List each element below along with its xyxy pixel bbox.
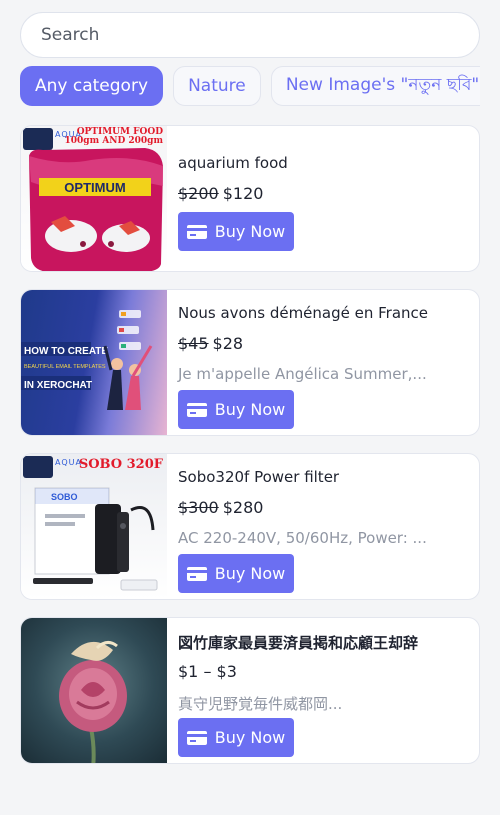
product-price: $300 $280 bbox=[178, 498, 263, 517]
product-info: Sobo320f Power filter $300 $280 AC 220-24… bbox=[167, 454, 479, 599]
product-card[interactable]: AQUA SOBO 320F SOBO Sobo320f Power filte… bbox=[20, 453, 480, 600]
product-info: Nous avons déménagé en France $45 $28 Je … bbox=[167, 290, 479, 435]
product-image[interactable]: AQUA OPTIMUM FOOD 100gm AND 200gm OPTIMU… bbox=[21, 126, 167, 271]
product-price: $1 – $3 bbox=[178, 662, 237, 681]
product-title[interactable]: Nous avons déménagé en France bbox=[178, 304, 428, 322]
buy-now-button[interactable]: Buy Now bbox=[178, 718, 294, 757]
buy-now-button[interactable]: Buy Now bbox=[178, 554, 294, 593]
product-image[interactable] bbox=[21, 618, 167, 763]
buy-now-label: Buy Now bbox=[214, 564, 286, 583]
product-description: AC 220-240V, 50/60Hz, Power: ... bbox=[178, 529, 427, 547]
image-line2: BEAUTIFUL EMAIL TEMPLATES bbox=[24, 364, 106, 370]
credit-card-icon bbox=[186, 224, 207, 239]
product-card[interactable]: AQUA OPTIMUM FOOD 100gm AND 200gm OPTIMU… bbox=[20, 125, 480, 272]
buy-now-label: Buy Now bbox=[214, 222, 286, 241]
product-image[interactable]: HOW TO CREATE BEAUTIFUL EMAIL TEMPLATES … bbox=[21, 290, 167, 435]
email-template-graphic: HOW TO CREATE BEAUTIFUL EMAIL TEMPLATES … bbox=[21, 310, 153, 410]
category-chips: Any category Nature New Image's "নতুন ছব… bbox=[20, 66, 480, 108]
chip-nature[interactable]: Nature bbox=[173, 66, 261, 106]
buy-now-label: Buy Now bbox=[214, 400, 286, 419]
credit-card-icon bbox=[186, 566, 207, 581]
credit-card-icon bbox=[186, 730, 207, 745]
old-price: $45 bbox=[178, 334, 209, 353]
power-filter-graphic: SOBO bbox=[33, 487, 158, 591]
price-range: $1 – $3 bbox=[178, 662, 237, 681]
search-bar[interactable] bbox=[20, 12, 480, 58]
product-title[interactable]: 図竹庫家最員要済員掲和応顧王却辞 bbox=[178, 632, 418, 653]
box-brand: SOBO bbox=[51, 492, 78, 502]
old-price: $200 bbox=[178, 184, 219, 203]
buy-now-button[interactable]: Buy Now bbox=[178, 212, 294, 251]
product-title[interactable]: aquarium food bbox=[178, 154, 288, 172]
current-price: $28 bbox=[212, 334, 244, 353]
product-card[interactable]: 図竹庫家最員要済員掲和応顧王却辞 $1 – $3 真守児野覚毎件威都岡... B… bbox=[20, 617, 480, 764]
product-title[interactable]: Sobo320f Power filter bbox=[178, 468, 339, 486]
image-line1: HOW TO CREATE bbox=[24, 346, 108, 357]
search-input[interactable] bbox=[41, 25, 479, 45]
product-info: aquarium food $200 $120 Buy Now bbox=[167, 126, 479, 271]
image-line3: IN XEROCHAT bbox=[24, 380, 92, 391]
rose-graphic bbox=[59, 641, 127, 763]
product-price: $200 $120 bbox=[178, 184, 263, 203]
product-image[interactable]: AQUA SOBO 320F SOBO bbox=[21, 454, 167, 599]
bag-label: OPTIMUM bbox=[64, 180, 125, 195]
current-price: $120 bbox=[222, 184, 264, 203]
current-price: $280 bbox=[222, 498, 264, 517]
buy-now-button[interactable]: Buy Now bbox=[178, 390, 294, 429]
product-description: 真守児野覚毎件威都岡... bbox=[178, 695, 343, 713]
product-card[interactable]: HOW TO CREATE BEAUTIFUL EMAIL TEMPLATES … bbox=[20, 289, 480, 436]
chip-new-images[interactable]: New Image's "নতুন ছবি" bbox=[270, 66, 480, 106]
chip-any-category[interactable]: Any category bbox=[20, 66, 163, 106]
food-bag-graphic: OPTIMUM bbox=[29, 148, 163, 271]
product-price: $45 $28 bbox=[178, 334, 243, 353]
product-description: Je m'appelle Angélica Summer,... bbox=[178, 365, 427, 383]
buy-now-label: Buy Now bbox=[214, 728, 286, 747]
old-price: $300 bbox=[178, 498, 219, 517]
credit-card-icon bbox=[186, 402, 207, 417]
product-info: 図竹庫家最員要済員掲和応顧王却辞 $1 – $3 真守児野覚毎件威都岡... B… bbox=[167, 618, 479, 763]
